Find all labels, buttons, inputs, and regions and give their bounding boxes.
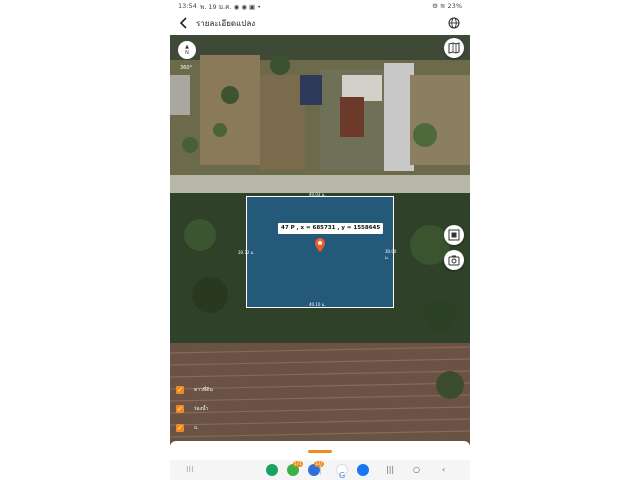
dimension-right: 30.00 ม. bbox=[385, 249, 397, 260]
map-layers-icon[interactable] bbox=[444, 38, 464, 58]
nav-divider bbox=[320, 465, 321, 475]
status-bar: 13:54 พ. 19 ม.ค. ◉ ◉ ▣ • ⚙ ≋ 23% bbox=[170, 0, 470, 12]
qr-scan-icon[interactable] bbox=[444, 225, 464, 245]
google-app-icon[interactable]: G bbox=[336, 464, 348, 480]
svg-text:G: G bbox=[339, 471, 345, 480]
dimension-left: 30.72 ม. bbox=[238, 250, 255, 255]
satellite-map[interactable]: ▲ N 360° 40.03 ม. 40.10 ม. 30.72 ม. 30.00… bbox=[170, 35, 470, 445]
nav-back-icon[interactable]: ‹ bbox=[442, 465, 445, 474]
dimension-bottom: 40.10 ม. bbox=[309, 302, 326, 307]
status-time: 13:54 bbox=[178, 2, 197, 10]
status-notifications: พ. 19 ม.ค. ◉ ◉ ▣ • bbox=[200, 3, 262, 11]
dimension-top: 40.03 ม. bbox=[309, 192, 326, 197]
rotation-label: 360° bbox=[180, 65, 193, 71]
checkbox-checked-icon[interactable]: ✓ bbox=[176, 386, 184, 394]
globe-icon[interactable] bbox=[446, 15, 462, 31]
chat-app-icon[interactable]: 137 bbox=[308, 461, 324, 476]
status-system-icons: ⚙ ≋ 23% bbox=[432, 2, 462, 10]
notification-badge: 171 bbox=[293, 461, 303, 467]
messages-app-icon[interactable]: 171 bbox=[287, 461, 303, 476]
checkbox-checked-icon[interactable]: ✓ bbox=[176, 405, 184, 413]
recents-icon[interactable]: ||| bbox=[386, 465, 394, 474]
page-title: รายละเอียดแปลง bbox=[196, 19, 256, 28]
back-arrow-icon[interactable] bbox=[176, 15, 192, 31]
layer-label: ร่องน้ำ bbox=[194, 406, 209, 412]
system-nav-bar: ⁝⁝⁝ 171 137 G ||| ○ ‹ bbox=[170, 460, 470, 480]
layer-label: ถ. bbox=[194, 425, 199, 431]
layer-label: ดาวที่ดิน bbox=[194, 387, 213, 393]
home-icon[interactable]: ○ bbox=[413, 465, 420, 474]
compass-icon[interactable]: ▲ N bbox=[178, 41, 196, 59]
phone-app-icon[interactable] bbox=[266, 464, 278, 476]
bottom-sheet[interactable] bbox=[170, 441, 470, 461]
apps-grid-icon[interactable]: ⁝⁝⁝ bbox=[186, 465, 194, 474]
facebook-app-icon[interactable] bbox=[357, 464, 369, 476]
notification-badge: 137 bbox=[314, 461, 324, 467]
app-header: รายละเอียดแปลง bbox=[170, 12, 470, 34]
sheet-drag-handle[interactable] bbox=[308, 450, 332, 453]
checkbox-checked-icon[interactable]: ✓ bbox=[176, 424, 184, 432]
coordinate-label: 47 P , x = 685731 , y = 1558645 bbox=[278, 223, 384, 234]
camera-icon[interactable] bbox=[444, 250, 464, 270]
location-pin-icon[interactable] bbox=[314, 237, 326, 253]
